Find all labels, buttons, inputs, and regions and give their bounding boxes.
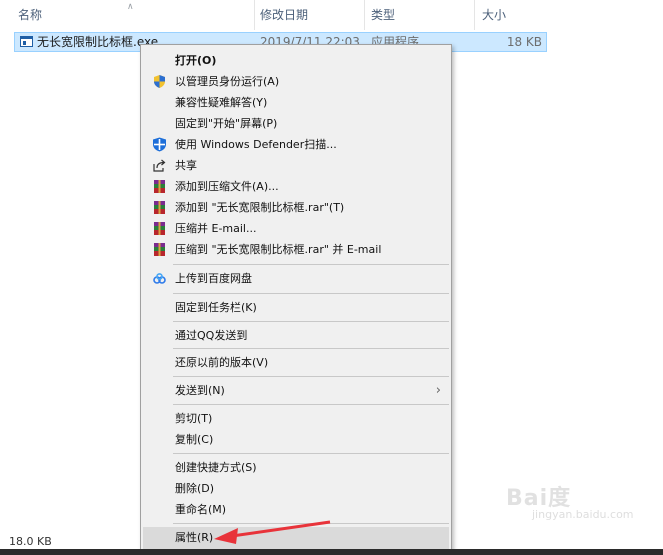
baidu-watermark-url: jingyan.baidu.com: [532, 508, 634, 521]
annotation-arrow: [214, 520, 331, 544]
taskbar-strip: [0, 549, 663, 555]
status-bar-size: 18.0 KB: [9, 535, 52, 548]
